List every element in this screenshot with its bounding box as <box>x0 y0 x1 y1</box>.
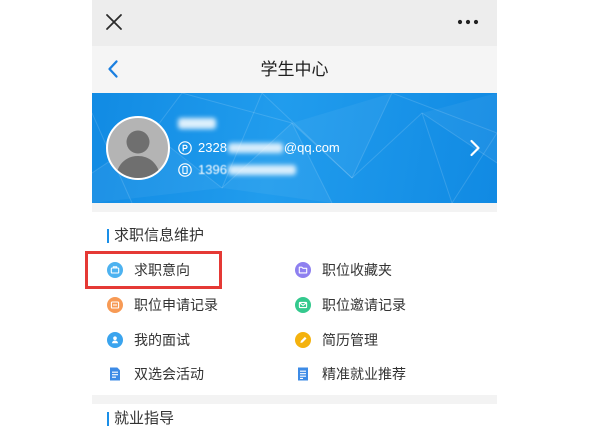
phone-prefix: 1396 <box>198 162 227 177</box>
highlight-box <box>85 251 222 289</box>
section-header-job-info: 求职信息维护 <box>107 228 204 244</box>
section-title: 求职信息维护 <box>114 227 205 244</box>
menu-item-label: 我的面试 <box>134 331 190 348</box>
page-title: 学生中心 <box>260 60 329 79</box>
close-icon[interactable] <box>104 12 124 32</box>
phone-screen: 学生中心 2328 @qq.com 1396 求职信息维护 求职意向 职位收藏夹… <box>85 0 497 428</box>
menu-item-label: 职位邀请记录 <box>322 296 406 313</box>
avatar[interactable] <box>106 116 170 180</box>
envelope-icon <box>295 296 311 313</box>
menu-item-favorites[interactable]: 职位收藏夹 <box>280 253 497 288</box>
menu-item-job-intention[interactable]: 求职意向 <box>85 251 280 289</box>
menu-item-label: 职位收藏夹 <box>322 262 392 279</box>
folder-icon <box>295 262 311 279</box>
menu-item-label: 职位申请记录 <box>134 296 218 313</box>
menu-item-invitation-records[interactable]: 职位邀请记录 <box>280 288 497 323</box>
section-header-career-guidance: 就业指导 <box>107 411 174 427</box>
blurred-phone-part <box>227 165 296 175</box>
menu-item-label: 简历管理 <box>322 331 378 348</box>
section-accent-bar <box>107 229 109 243</box>
chevron-left-icon[interactable] <box>106 59 120 79</box>
section-accent-bar <box>107 412 109 426</box>
menu-item-label: 双选会活动 <box>134 366 204 383</box>
phone-row: 1396 <box>178 162 297 178</box>
blurred-email-part <box>227 143 283 153</box>
document-icon <box>110 367 120 381</box>
person-icon <box>107 331 123 348</box>
card-icon <box>107 296 123 313</box>
menu-item-label: 精准就业推荐 <box>322 366 406 383</box>
document-icon <box>298 367 308 381</box>
menu-item-my-interviews[interactable]: 我的面试 <box>92 322 280 357</box>
section-separator <box>92 395 497 404</box>
menu-item-job-fair[interactable]: 双选会活动 <box>92 357 280 392</box>
menu-item-job-recommendation[interactable]: 精准就业推荐 <box>280 357 497 392</box>
section-title: 就业指导 <box>114 410 175 427</box>
profile-banner[interactable]: 2328 @qq.com 1396 <box>92 93 497 203</box>
window-top-bar <box>92 0 497 46</box>
email-icon <box>178 141 192 155</box>
more-icon[interactable] <box>456 17 480 27</box>
nav-header: 学生中心 <box>92 46 497 93</box>
chevron-right-icon[interactable] <box>469 139 481 157</box>
menu-item-resume-management[interactable]: 简历管理 <box>280 322 497 357</box>
phone-icon <box>178 163 192 177</box>
menu-grid: 求职意向 职位收藏夹 职位申请记录 职位邀请记录 我的面试 简历管理 双选会活动… <box>85 251 497 392</box>
section-separator <box>92 203 497 212</box>
blurred-user-name <box>178 118 216 129</box>
email-suffix: @qq.com <box>283 140 340 155</box>
email-row: 2328 @qq.com <box>178 140 340 156</box>
menu-item-application-records[interactable]: 职位申请记录 <box>92 288 280 323</box>
email-prefix: 2328 <box>198 140 227 155</box>
pen-icon <box>295 331 311 348</box>
user-silhouette-icon <box>115 130 161 178</box>
